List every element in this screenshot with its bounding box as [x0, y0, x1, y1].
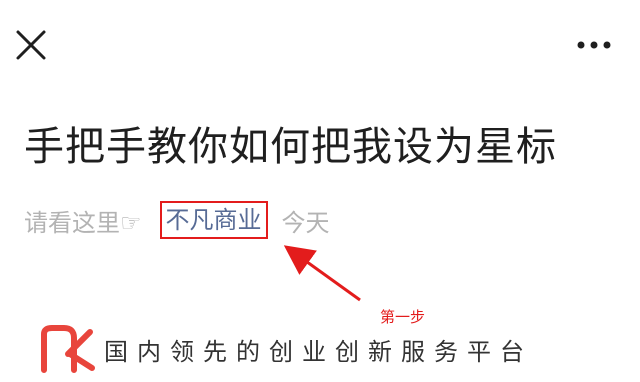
meta-prefix: 请看这里☞ — [24, 208, 142, 237]
close-button[interactable] — [14, 28, 48, 62]
account-name-link[interactable]: 不凡商业 — [159, 201, 268, 239]
article-title: 手把手教你如何把我设为星标 — [24, 124, 557, 170]
top-bar — [0, 0, 640, 90]
close-icon — [16, 30, 46, 60]
brand-logo-icon — [41, 325, 95, 373]
article-meta: 请看这里☞ 不凡商业 今天 — [24, 200, 330, 240]
brand-footer: 国内领先的创业创新服务平台 — [40, 324, 533, 374]
more-button[interactable] — [574, 30, 614, 60]
more-horizontal-icon — [577, 41, 611, 49]
brand-slogan: 国内领先的创业创新服务平台 — [104, 337, 533, 366]
publish-date: 今天 — [281, 208, 330, 237]
